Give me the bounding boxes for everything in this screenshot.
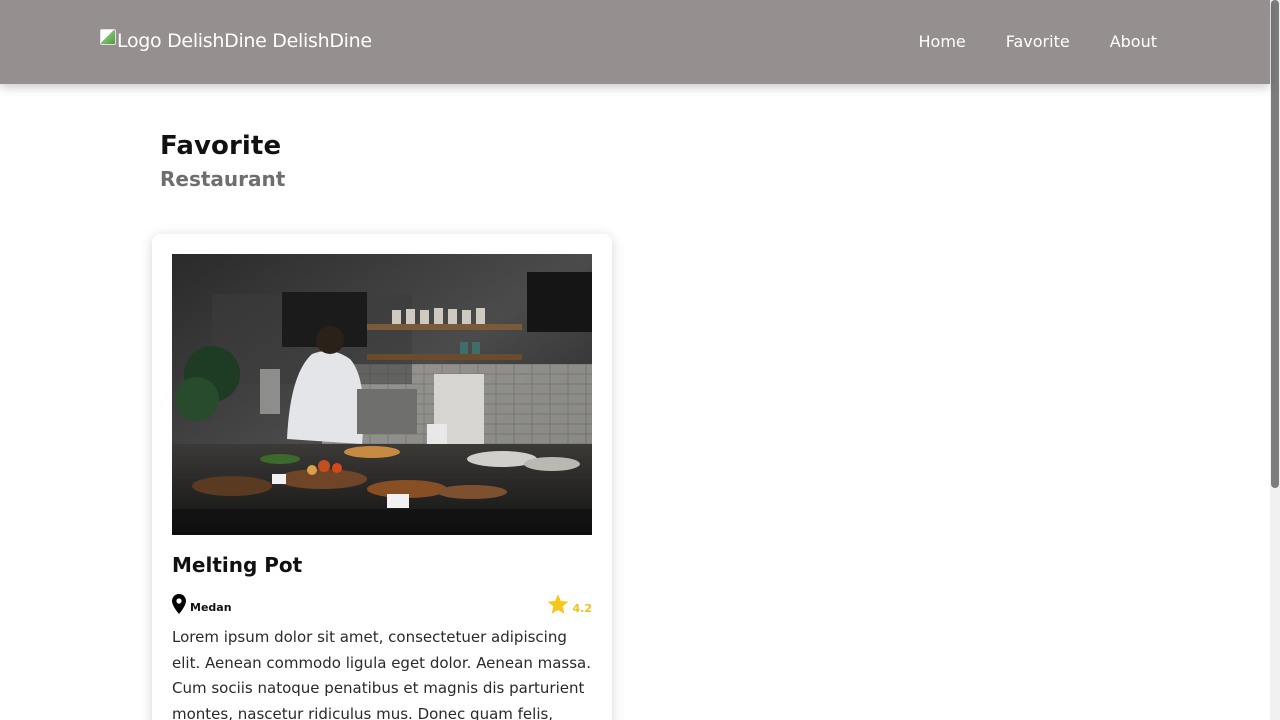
restaurant-description: Lorem ipsum dolor sit amet, consectetuer…: [172, 628, 592, 720]
page-heading: Favorite Restaurant: [160, 131, 285, 191]
brand-logo-link[interactable]: Logo DelishDine DelishDine: [100, 29, 372, 52]
restaurant-image: [172, 254, 592, 535]
nav-links: Home Favorite About: [919, 32, 1158, 51]
restaurant-rating: 4.2: [547, 593, 593, 615]
navbar: Logo DelishDine DelishDine Home Favorite…: [0, 0, 1270, 84]
nav-link-home[interactable]: Home: [919, 32, 966, 51]
scrollbar-thumb[interactable]: [1271, 0, 1279, 488]
page-title: Favorite: [160, 131, 282, 161]
nav-link-favorite[interactable]: Favorite: [1006, 32, 1070, 51]
star-icon: [547, 593, 568, 614]
map-pin-icon: [172, 594, 186, 614]
rating-value: 4.2: [572, 601, 593, 615]
restaurant-location: Medan: [172, 594, 232, 614]
restaurant-card[interactable]: Melting Pot Medan 4.2 Lorem ipsum dolor …: [152, 234, 612, 720]
page-subtitle: Restaurant: [160, 167, 286, 191]
brand-text: Logo DelishDine DelishDine: [117, 30, 372, 52]
broken-image-icon: [100, 29, 116, 45]
restaurant-city: Medan: [190, 601, 232, 614]
restaurant-name[interactable]: Melting Pot: [172, 553, 592, 577]
nav-link-about[interactable]: About: [1110, 32, 1157, 51]
restaurant-meta: Medan 4.2: [172, 593, 592, 615]
